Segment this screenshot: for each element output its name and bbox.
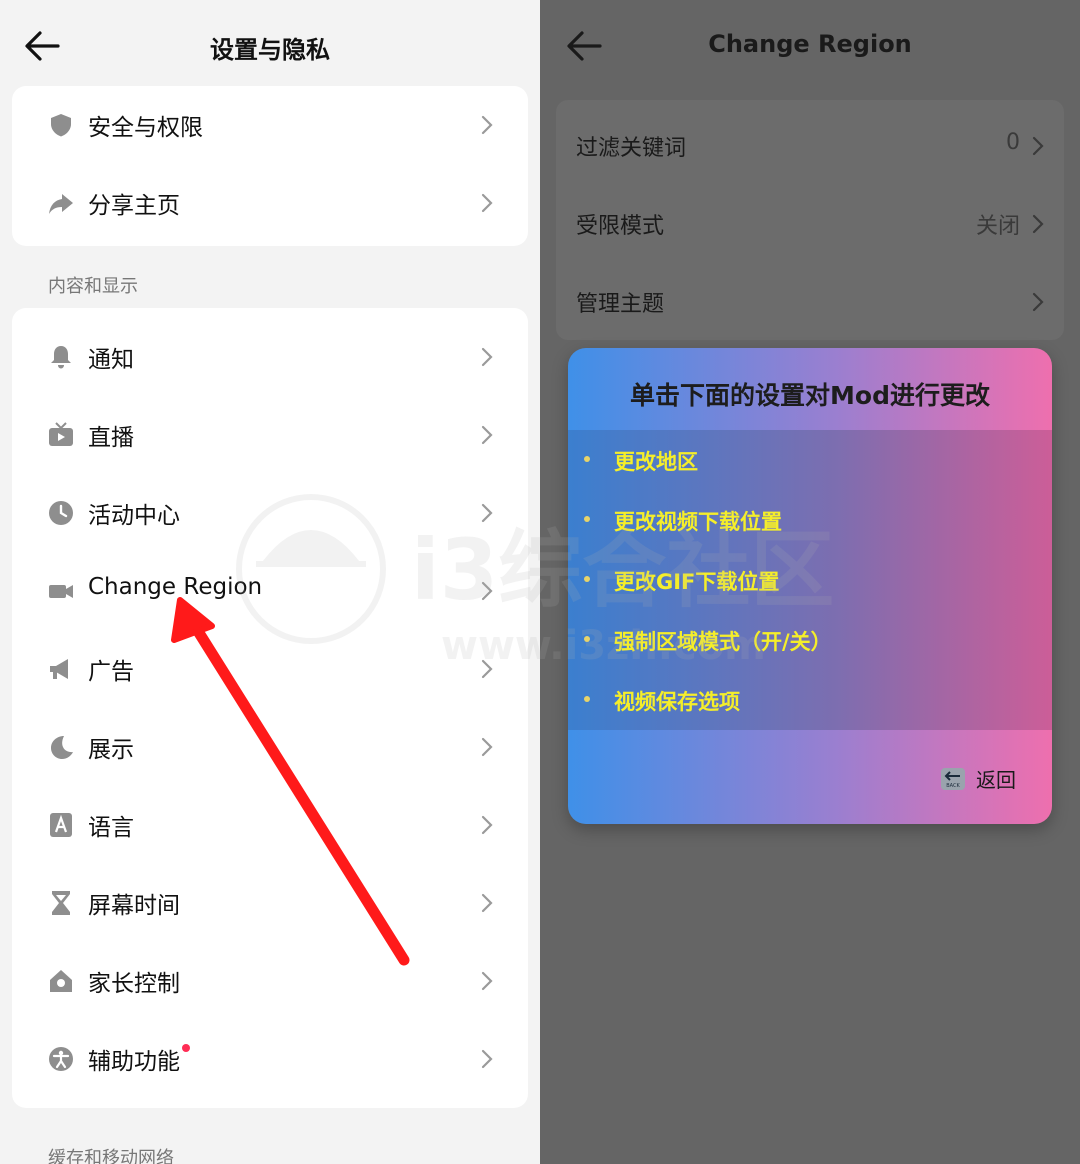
settings-item-label: 家长控制 (88, 971, 180, 997)
chevron-right-icon (481, 193, 493, 213)
settings-item-value: 关闭 (975, 214, 1020, 239)
settings-group-account: 安全与权限 分享主页 (12, 86, 528, 246)
settings-item-parental-control[interactable]: 家长控制 (12, 942, 528, 1020)
settings-item-label: 管理主题 (576, 292, 665, 317)
settings-item-accessibility[interactable]: 辅助功能 (12, 1020, 528, 1098)
chevron-right-icon (481, 737, 493, 757)
settings-item-label: 屏幕时间 (88, 893, 180, 919)
mod-settings-dialog: 单击下面的设置对Mod进行更改 更改地区 更改视频下载位置 更改GIF下载位置 … (568, 348, 1052, 824)
settings-item-language[interactable]: 语言 (12, 786, 528, 864)
settings-item-filter-keywords[interactable]: 过滤关键词 0 (556, 106, 1064, 184)
settings-item-label: 活动中心 (88, 503, 180, 529)
change-region-screen: Change Region 过滤关键词 0 受限模式 关闭 管理主题 单击下面的… (540, 0, 1080, 1164)
chevron-right-icon (1032, 136, 1044, 156)
settings-item-live[interactable]: 直播 (12, 396, 528, 474)
settings-privacy-screen: 设置与隐私 安全与权限 分享主页 内容和显示 通知 直播 活动中心 Change… (0, 0, 540, 1164)
settings-item-label: 通知 (88, 347, 134, 373)
settings-item-label: 过滤关键词 (576, 136, 687, 161)
notification-dot (182, 1044, 190, 1052)
chevron-right-icon (481, 503, 493, 523)
option-label: 强制区域模式（开/关） (614, 630, 832, 654)
chevron-right-icon (481, 659, 493, 679)
settings-item-label: 展示 (88, 737, 134, 763)
settings-item-label: 直播 (88, 425, 134, 451)
bullet-icon (584, 516, 590, 522)
chevron-right-icon (1032, 214, 1044, 234)
option-video-download-location[interactable]: 更改视频下载位置 (568, 490, 1052, 550)
share-icon (49, 194, 73, 214)
back-arrow-icon: BACK (940, 767, 965, 790)
option-gif-download-location[interactable]: 更改GIF下载位置 (568, 550, 1052, 610)
bullet-icon (584, 636, 590, 642)
option-video-save[interactable]: 视频保存选项 (568, 670, 1052, 730)
chevron-right-icon (481, 347, 493, 367)
settings-item-label: 语言 (88, 815, 134, 841)
accessibility-icon (49, 1047, 73, 1071)
shield-icon (51, 114, 71, 137)
settings-item-label: 安全与权限 (88, 115, 203, 141)
settings-item-restricted-mode[interactable]: 受限模式 关闭 (556, 184, 1064, 262)
chevron-right-icon (481, 893, 493, 913)
settings-item-share-profile[interactable]: 分享主页 (12, 164, 528, 242)
top-bar: 设置与隐私 (0, 0, 540, 90)
settings-item-screen-time[interactable]: 屏幕时间 (12, 864, 528, 942)
dialog-footer: BACK 返回 (568, 730, 1052, 824)
bullet-icon (584, 696, 590, 702)
settings-item-label: 广告 (88, 659, 134, 685)
bullet-icon (584, 456, 590, 462)
settings-group-content: 通知 直播 活动中心 Change Region 广告 展示 语言 屏幕时间 家… (12, 308, 528, 1108)
settings-item-security[interactable]: 安全与权限 (12, 86, 528, 164)
chevron-right-icon (481, 971, 493, 991)
option-label: 更改视频下载位置 (614, 510, 782, 534)
option-change-region[interactable]: 更改地区 (568, 430, 1052, 490)
settings-item-change-region[interactable]: Change Region (12, 552, 528, 630)
hourglass-icon (52, 891, 70, 915)
chevron-right-icon (481, 815, 493, 835)
clock-icon (49, 501, 73, 525)
dialog-options: 更改地区 更改视频下载位置 更改GIF下载位置 强制区域模式（开/关） 视频保存… (568, 430, 1052, 730)
settings-item-label: 受限模式 (576, 214, 665, 239)
svg-text:BACK: BACK (946, 783, 960, 789)
settings-item-ads[interactable]: 广告 (12, 630, 528, 708)
settings-item-notifications[interactable]: 通知 (12, 318, 528, 396)
home-icon (50, 970, 72, 992)
bell-icon (51, 346, 71, 369)
video-camera-icon (49, 585, 73, 598)
tv-icon (49, 422, 73, 446)
language-icon (50, 813, 72, 837)
settings-item-activity-center[interactable]: 活动中心 (12, 474, 528, 552)
chevron-right-icon (1032, 292, 1044, 312)
bullet-icon (584, 576, 590, 582)
page-title: 设置与隐私 (210, 36, 330, 64)
page-title: Change Region (708, 30, 912, 58)
settings-item-label: 分享主页 (88, 193, 180, 219)
option-force-region-mode[interactable]: 强制区域模式（开/关） (568, 610, 1052, 670)
settings-item-label: Change Region (88, 574, 263, 600)
chevron-right-icon (481, 115, 493, 135)
option-label: 更改地区 (614, 450, 698, 474)
megaphone-icon (50, 659, 68, 679)
moon-icon (51, 736, 73, 759)
back-button[interactable]: BACK 返回 (940, 764, 1016, 792)
settings-item-label: 辅助功能 (88, 1042, 190, 1076)
chevron-right-icon (481, 581, 493, 601)
section-header-content-display: 内容和显示 (48, 276, 138, 297)
back-label: 返回 (976, 768, 1016, 792)
section-header-cache-network: 缓存和移动网络 (48, 1148, 174, 1164)
option-label: 更改GIF下载位置 (614, 570, 780, 594)
settings-item-value: 0 (1006, 130, 1020, 155)
chevron-right-icon (481, 425, 493, 445)
option-label: 视频保存选项 (614, 690, 740, 714)
settings-item-display[interactable]: 展示 (12, 708, 528, 786)
settings-item-manage-themes[interactable]: 管理主题 (556, 262, 1064, 340)
dialog-title: 单击下面的设置对Mod进行更改 (630, 381, 990, 410)
chevron-right-icon (481, 1049, 493, 1069)
settings-group: 过滤关键词 0 受限模式 关闭 管理主题 (556, 100, 1064, 340)
